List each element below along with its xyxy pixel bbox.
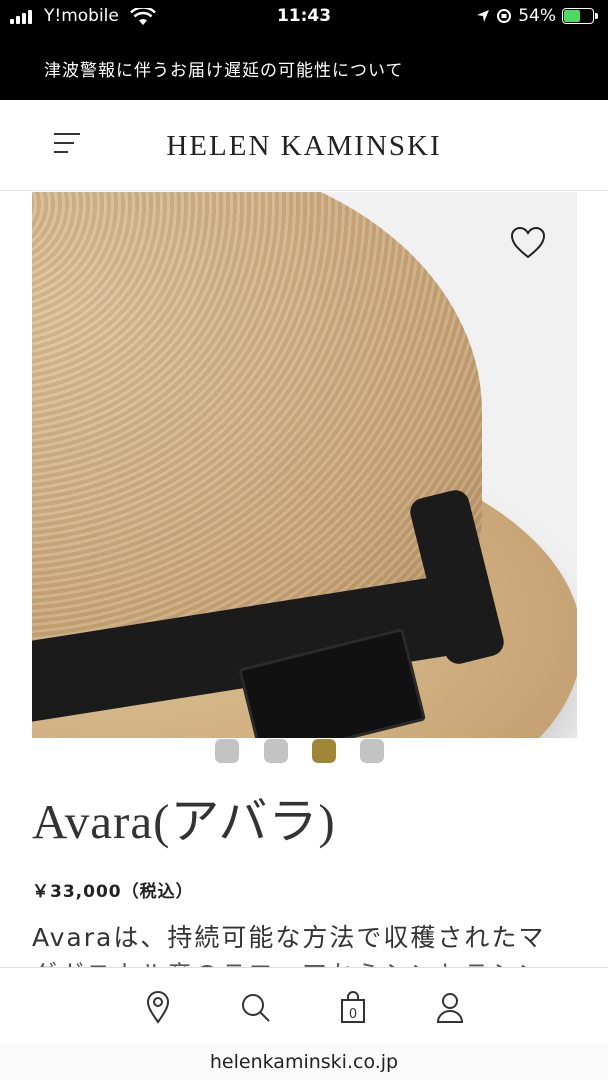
carousel-dot-4[interactable] (360, 739, 384, 763)
carousel-dots (0, 739, 608, 763)
bag-icon[interactable]: 0 (336, 990, 370, 1024)
product-image[interactable] (32, 192, 577, 738)
brand-logo[interactable]: HELEN KAMINSKI (0, 130, 608, 163)
orientation-lock-icon (497, 9, 512, 23)
notice-text[interactable]: 津波警報に伴うお届け遅延の可能性について (44, 56, 404, 81)
carousel-dot-2[interactable] (264, 739, 288, 763)
svg-text:0: 0 (349, 1007, 357, 1022)
browser-url-bar[interactable]: helenkaminski.co.jp (0, 1044, 608, 1080)
product-description-continued: ダガスカル産のラフィアからシンセラシン (32, 955, 592, 967)
status-bar: Y!mobile 11:43 54% (0, 0, 608, 34)
site-header: HELEN KAMINSKI (0, 100, 608, 191)
search-icon[interactable] (238, 990, 272, 1024)
favorite-heart-icon[interactable] (510, 226, 546, 260)
product-title: Avara(アバラ) (32, 794, 336, 849)
product-description: Avaraは、持続可能な方法で収穫されたマ (32, 923, 546, 952)
bottom-tab-bar: 0 (0, 967, 608, 1046)
carousel-dot-1[interactable] (215, 739, 239, 763)
battery-icon (562, 8, 598, 24)
notice-banner[interactable]: 津波警報に伴うお届け遅延の可能性について (0, 34, 608, 100)
url-text[interactable]: helenkaminski.co.jp (210, 1051, 398, 1073)
product-price: ￥33,000（税込） (32, 882, 194, 902)
carousel-dot-3[interactable] (312, 739, 336, 763)
location-icon[interactable] (141, 990, 175, 1024)
location-arrow-icon (477, 10, 490, 22)
battery-percent: 54% (518, 6, 556, 26)
account-icon[interactable] (433, 990, 467, 1024)
